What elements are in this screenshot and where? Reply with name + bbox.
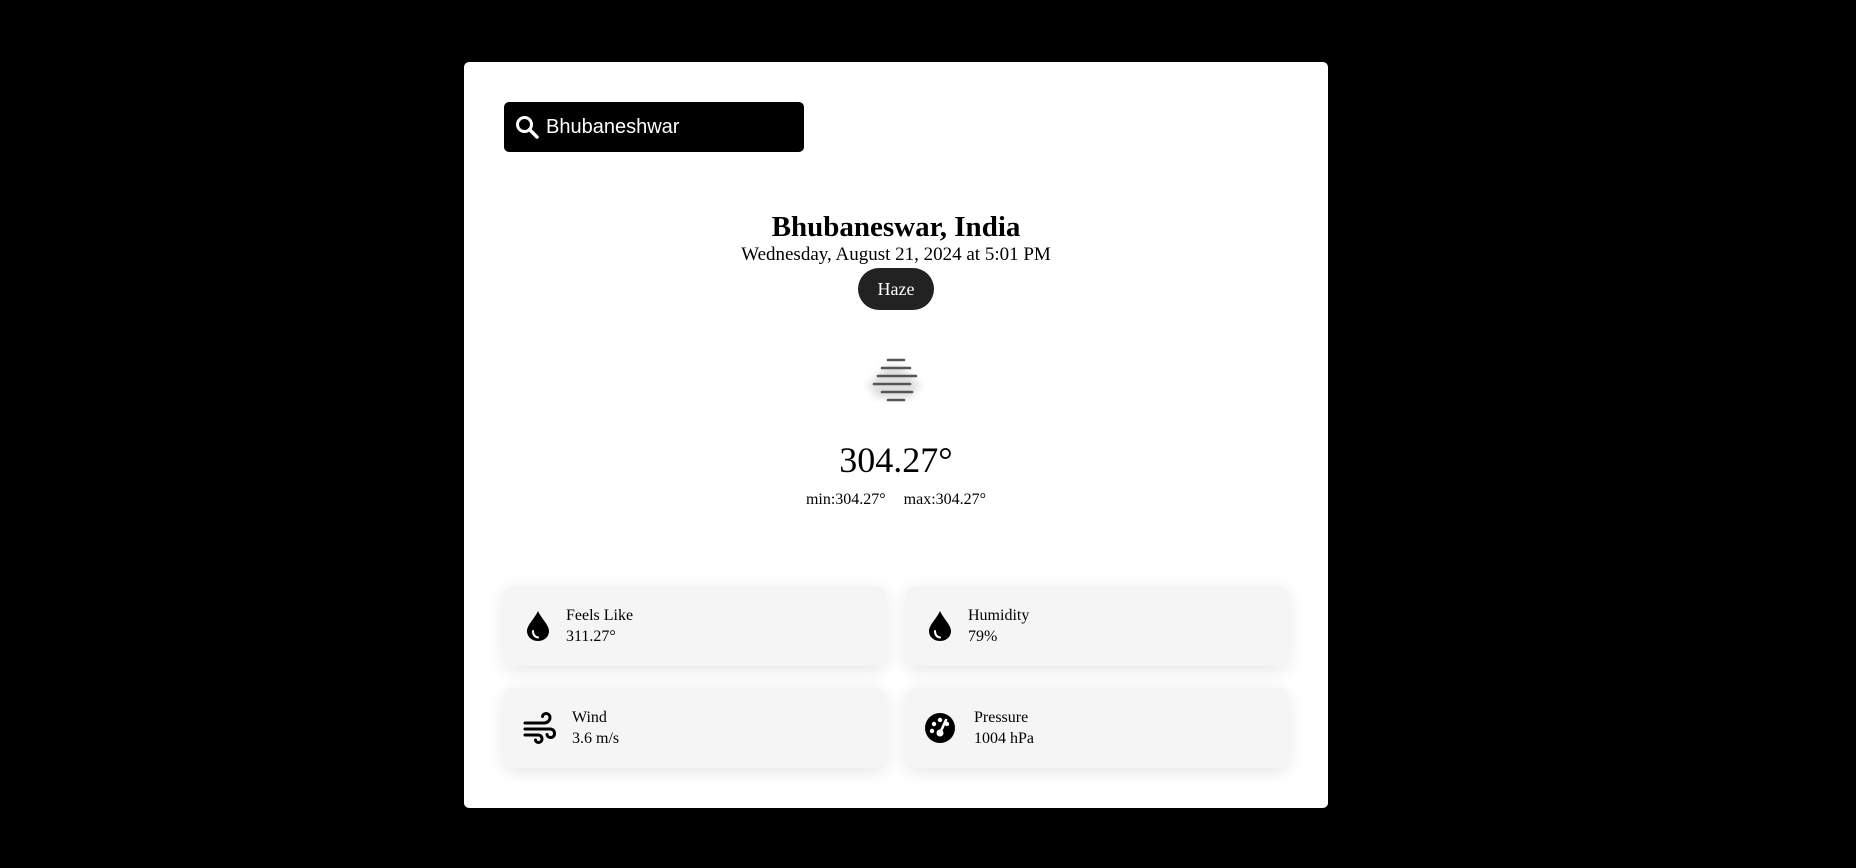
min-temperature: min:304.27°	[805, 491, 886, 508]
wind-icon	[522, 712, 556, 744]
date-time: Wednesday, August 21, 2024 at 5:01 PM	[741, 244, 1051, 265]
humidity-label: Humidity	[968, 607, 1030, 624]
gauge-icon	[924, 712, 956, 744]
wind-value: 3.6 m/s	[572, 730, 620, 747]
haze-icon	[852, 344, 940, 416]
feels-like-value: 311.27°	[566, 628, 616, 645]
location-header: Bhubaneswar, India Wednesday, August 21,…	[464, 210, 1328, 310]
weather-card: Bhubaneswar, India Wednesday, August 21,…	[464, 62, 1328, 808]
pressure-label: Pressure	[974, 709, 1029, 726]
wind-card: Wind 3.6 m/s	[504, 688, 886, 768]
location-title: Bhubaneswar, India	[771, 211, 1021, 243]
humidity-value: 79%	[968, 628, 998, 645]
search-input[interactable]	[546, 115, 786, 139]
pressure-card: Pressure 1004 hPa	[906, 688, 1288, 768]
max-temperature: max:304.27°	[903, 491, 987, 508]
pressure-value: 1004 hPa	[974, 730, 1034, 747]
wind-label: Wind	[572, 709, 607, 726]
feels-like-card: Feels Like 311.27°	[504, 586, 886, 666]
water-drop-icon	[924, 610, 956, 642]
water-drop-icon	[522, 610, 554, 642]
search-bar[interactable]	[504, 102, 804, 152]
humidity-card: Humidity 79%	[906, 586, 1288, 666]
current-temperature: 304.27°	[839, 440, 953, 480]
min-max-temperature: min:304.27° max:304.27°	[464, 490, 1328, 510]
search-icon[interactable]	[514, 114, 540, 140]
condition-badge: Haze	[857, 268, 935, 310]
feels-like-label: Feels Like	[566, 607, 634, 624]
